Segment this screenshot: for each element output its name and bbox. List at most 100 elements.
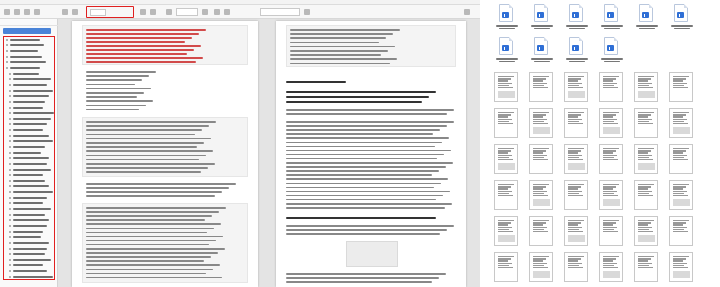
document-thumbnail[interactable] [564,180,588,210]
document-thumbnail[interactable] [529,216,553,246]
document-thumbnail[interactable] [494,216,518,246]
thumbnail-text-line [638,226,652,228]
bookmark-bullet-icon [9,270,11,273]
text-line [86,53,187,55]
search-icon[interactable] [304,9,310,15]
document-thumbnail[interactable] [494,72,518,102]
thumbnail-text-line [533,156,544,159]
bookmark-label-placeholder [13,168,51,171]
document-thumbnail[interactable] [529,252,553,282]
page-number-input[interactable] [90,9,106,16]
thumbnail-text-line [638,256,654,258]
word-document-icon [499,4,513,22]
toolbar [0,5,480,19]
document-thumbnail[interactable] [494,108,518,138]
document-thumbnail[interactable] [564,108,588,138]
document-thumbnail[interactable] [634,108,658,138]
file-item[interactable] [494,4,520,36]
document-thumbnail[interactable] [599,180,623,210]
next-page-button[interactable] [140,9,146,15]
file-name-placeholder [599,24,625,30]
thumbnail-text-line [533,148,549,150]
document-thumbnail[interactable] [529,144,553,174]
file-item[interactable] [669,4,695,36]
text-line [286,157,437,160]
thumbnail-text-line [638,231,653,233]
document-thumbnail[interactable] [634,72,658,102]
thumbnail-text-line [498,87,513,89]
document-thumbnail[interactable] [669,108,693,138]
zoom-out-button[interactable] [166,9,172,15]
bookmark-label-placeholder [13,202,43,205]
document-thumbnail[interactable] [599,144,623,174]
document-thumbnail[interactable] [494,252,518,282]
document-thumbnail[interactable] [529,72,553,102]
file-item[interactable] [529,37,555,69]
thumbnail-text-line [603,228,614,231]
thumbnail-text-line [673,188,683,190]
rotate-button[interactable] [224,9,230,15]
document-thumbnail[interactable] [494,144,518,174]
file-item[interactable] [599,37,625,69]
print-button[interactable] [24,9,30,15]
document-thumbnail[interactable] [669,144,693,174]
bookmark-label-placeholder [10,67,40,70]
thumbnail-text-line [603,190,617,192]
thumbnail-text-line [533,186,546,188]
document-thumbnail[interactable] [634,180,658,210]
document-thumbnail[interactable] [599,72,623,102]
document-thumbnail[interactable] [494,180,518,210]
document-thumbnail[interactable] [599,108,623,138]
document-thumbnail[interactable] [529,108,553,138]
thumbnail-text-line [568,188,578,190]
zoom-in-button[interactable] [202,9,208,15]
document-thumbnail[interactable] [669,216,693,246]
thumbnail-image [673,127,690,134]
thumbnail-image [568,91,585,98]
thumbnail-text-line [498,150,511,152]
file-item[interactable] [634,4,660,36]
document-thumbnail[interactable] [634,252,658,282]
document-thumbnail[interactable] [564,144,588,174]
document-thumbnail[interactable] [599,252,623,282]
bookmark-item[interactable] [4,274,54,279]
save-button[interactable] [34,9,40,15]
document-thumbnail[interactable] [669,180,693,210]
last-page-button[interactable] [150,9,156,15]
file-name-placeholder [529,57,555,63]
document-thumbnail[interactable] [529,180,553,210]
first-page-button[interactable] [62,9,68,15]
fit-width-button[interactable] [214,9,220,15]
file-name-placeholder [669,24,695,30]
sidebar-selected-item[interactable] [3,28,51,34]
document-thumbnail[interactable] [564,252,588,282]
document-thumbnail[interactable] [564,216,588,246]
document-thumbnail[interactable] [634,144,658,174]
bookmark-label-placeholder [13,270,47,273]
search-input[interactable] [260,8,300,16]
file-item[interactable] [564,4,590,36]
open-button[interactable] [14,9,20,15]
previous-page-button[interactable] [72,9,78,15]
thumbnail-text-line [533,78,546,80]
document-thumbnail[interactable] [599,216,623,246]
file-item[interactable] [529,4,555,36]
thumbnail-text-line [638,78,651,80]
document-thumbnail[interactable] [634,216,658,246]
text-line [86,248,225,250]
file-item[interactable] [564,37,590,69]
document-area[interactable] [58,19,480,287]
document-thumbnail[interactable] [669,252,693,282]
zoom-field[interactable] [176,8,198,16]
text-line [86,268,213,271]
thumbnail-text-line [638,152,648,154]
thumbnail-text-line [498,116,508,118]
document-thumbnail[interactable] [564,72,588,102]
document-thumbnail[interactable] [669,72,693,102]
file-item[interactable] [599,4,625,36]
settings-icon[interactable] [464,9,470,15]
menu-button[interactable] [4,9,10,15]
thumbnail-text-line [638,192,649,195]
thumbnail-text-line [638,264,649,267]
file-item[interactable] [494,37,520,69]
